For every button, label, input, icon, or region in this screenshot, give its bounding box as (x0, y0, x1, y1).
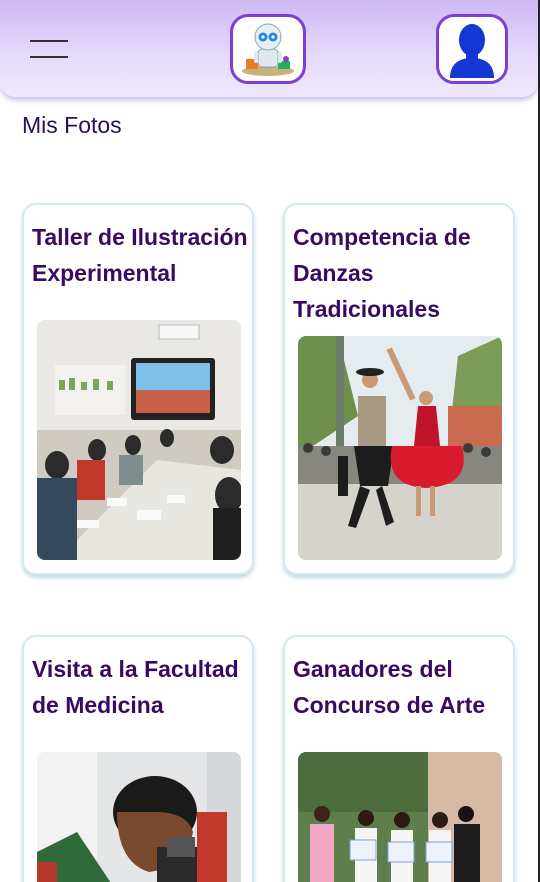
hamburger-menu-icon[interactable] (30, 38, 72, 62)
photo-card-taller[interactable]: Taller de Ilustración Experimental (22, 203, 254, 575)
app-header (0, 0, 538, 97)
photo-thumbnail (298, 336, 502, 560)
photo-thumbnail (298, 752, 502, 882)
card-title: Visita a la Facultad de Medicina (32, 656, 239, 718)
photo-thumbnail (37, 752, 241, 882)
photo-card-danzas[interactable]: Competencia de Danzas Tradicionales (283, 203, 515, 575)
robot-logo-icon[interactable] (230, 14, 306, 84)
card-title: Ganadores del Concurso de Arte (293, 656, 486, 718)
photo-card-arte[interactable]: Ganadores del Concurso de Arte (283, 635, 515, 882)
user-avatar-icon[interactable] (436, 14, 508, 84)
photo-thumbnail (37, 320, 241, 560)
app-screen: Mis Fotos Taller de Ilustración Experime… (0, 0, 540, 882)
photo-card-medicina[interactable]: Visita a la Facultad de Medicina (22, 635, 254, 882)
card-title: Taller de Ilustración Experimental (32, 224, 248, 286)
page-title: Mis Fotos (22, 112, 122, 138)
card-title: Competencia de Danzas Tradicionales (293, 224, 471, 322)
